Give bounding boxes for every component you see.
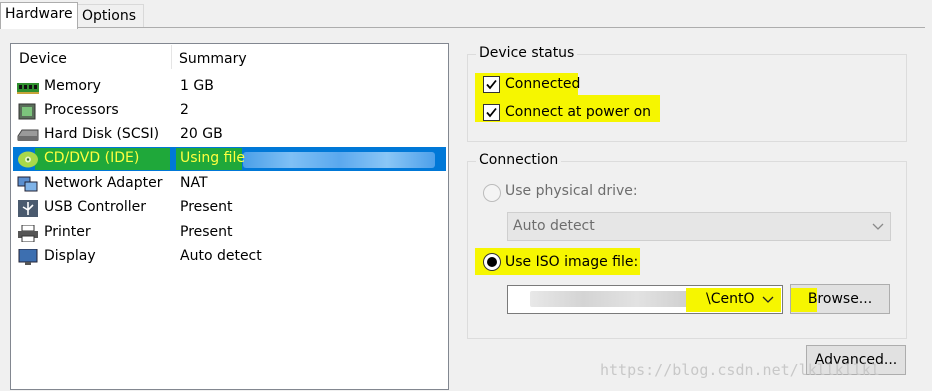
memory-icon <box>17 79 39 96</box>
device-name: Processors <box>44 102 119 118</box>
use-iso-image-label[interactable]: Use ISO image file: <box>505 254 638 270</box>
device-name: Printer <box>44 224 91 240</box>
device-name: Hard Disk (SCSI) <box>44 126 160 142</box>
device-name: USB Controller <box>44 199 147 215</box>
connection-title: Connection <box>476 152 562 168</box>
device-list-header: Device Summary <box>11 44 448 70</box>
device-row-printer[interactable]: Printer Present <box>13 221 446 245</box>
network-adapter-icon <box>17 176 39 193</box>
device-row-memory[interactable]: Memory 1 GB <box>13 75 446 99</box>
tab-bar: Hardware Options <box>0 0 932 29</box>
device-row-display[interactable]: Display Auto detect <box>13 245 446 269</box>
checkmark-icon <box>486 79 497 90</box>
tab-hardware-label: Hardware <box>5 6 73 22</box>
tab-options[interactable]: Options <box>77 4 144 27</box>
device-summary: 20 GB <box>180 126 223 142</box>
chevron-down-icon <box>872 223 884 230</box>
device-summary: NAT <box>180 175 208 191</box>
device-summary: Auto detect <box>180 248 262 264</box>
browse-button-label: Browse... <box>807 291 873 307</box>
redacted-path <box>243 152 435 168</box>
physical-drive-select[interactable]: Auto detect <box>507 212 891 241</box>
device-summary: Present <box>180 224 233 240</box>
tab-options-label: Options <box>82 8 137 24</box>
device-name: Display <box>44 248 96 264</box>
device-row-usb-controller[interactable]: USB Controller Present <box>13 196 446 220</box>
device-summary: 2 <box>180 102 189 118</box>
physical-drive-select-value: Auto detect <box>513 218 595 234</box>
browse-button[interactable]: Browse... <box>790 284 890 314</box>
usb-icon <box>17 200 39 217</box>
device-status-title: Device status <box>476 45 578 61</box>
use-iso-image-radio[interactable] <box>483 253 501 271</box>
device-summary: Using file <box>180 150 245 166</box>
connected-label[interactable]: Connected <box>505 76 580 92</box>
column-separator[interactable] <box>171 45 172 69</box>
iso-path-combo[interactable]: \CentO <box>507 285 783 314</box>
device-row-cd-dvd[interactable]: CD/DVD (IDE) Using file <box>13 147 446 171</box>
device-row-hard-disk[interactable]: Hard Disk (SCSI) 20 GB <box>13 123 446 147</box>
tab-hardware[interactable]: Hardware <box>0 2 78 29</box>
checkmark-icon <box>486 107 497 118</box>
device-row-network-adapter[interactable]: Network Adapter NAT <box>13 172 446 196</box>
processor-icon <box>17 103 39 120</box>
use-physical-drive-label[interactable]: Use physical drive: <box>505 183 638 199</box>
device-name: Memory <box>44 78 101 94</box>
cd-dvd-icon <box>17 151 39 168</box>
redacted-path <box>530 291 690 307</box>
hard-disk-icon <box>17 127 39 144</box>
connect-at-power-on-checkbox[interactable] <box>483 104 500 121</box>
watermark: https://blog.csdn.net/lkllkllkl <box>600 361 880 379</box>
connected-checkbox[interactable] <box>483 76 500 93</box>
iso-path-value: \CentO <box>706 291 755 307</box>
device-summary: 1 GB <box>180 78 214 94</box>
chevron-down-icon <box>762 296 774 303</box>
use-physical-drive-radio[interactable] <box>483 184 501 202</box>
device-name: CD/DVD (IDE) <box>44 150 140 166</box>
device-row-processors[interactable]: Processors 2 <box>13 99 446 123</box>
connect-at-power-on-label[interactable]: Connect at power on <box>505 104 651 120</box>
device-name: Network Adapter <box>44 175 163 191</box>
printer-icon <box>17 224 39 243</box>
device-list[interactable]: Device Summary Memory 1 GB Processors 2 … <box>10 43 449 390</box>
column-header-summary[interactable]: Summary <box>179 51 247 67</box>
display-icon <box>17 248 39 266</box>
device-summary: Present <box>180 199 233 215</box>
column-header-device[interactable]: Device <box>19 51 67 67</box>
